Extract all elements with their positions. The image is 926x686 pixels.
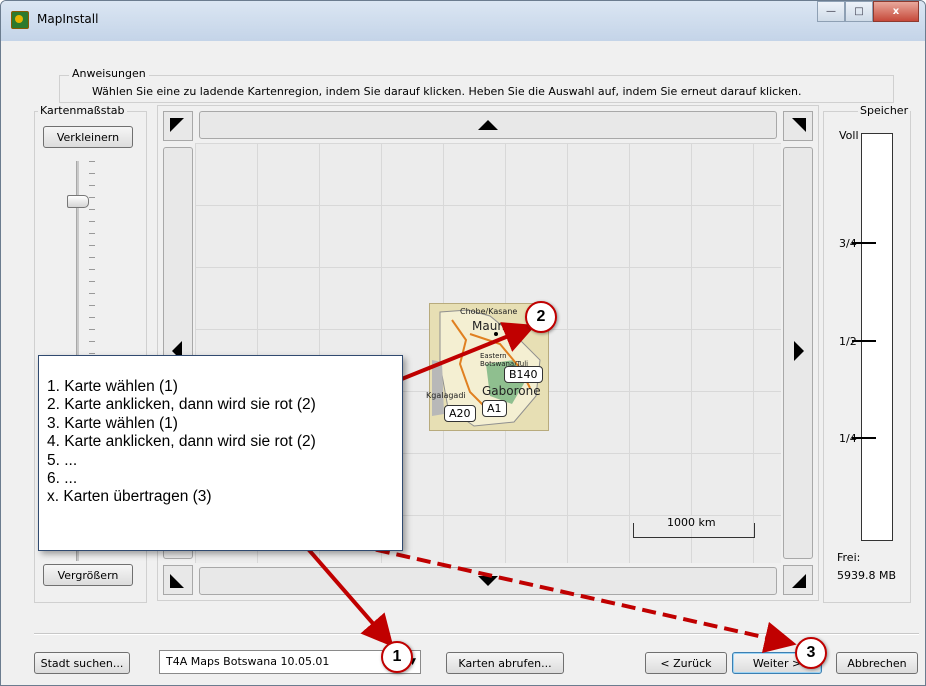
memory-tick-1-2 (852, 340, 876, 342)
memory-full-label: Voll (839, 129, 859, 142)
callout-line: 5. ... (47, 451, 78, 469)
pan-southeast-button[interactable] (783, 565, 813, 595)
fetch-maps-button[interactable]: Karten abrufen... (446, 652, 564, 674)
title-bar[interactable]: MapInstall — □ x (1, 1, 925, 41)
instruction-callout: 1. Karte wählen (1) 2. Karte anklicken, … (38, 355, 403, 551)
callout-line: 4. Karte anklicken, dann wird sie rot (2… (47, 433, 316, 451)
callout-line: 6. ... (47, 470, 78, 488)
marker-2: 2 (525, 301, 557, 333)
memory-free-value: 5939.8 MB (837, 569, 897, 582)
label-maun: Maun (472, 319, 505, 333)
bottom-separator (34, 633, 919, 635)
pan-northeast-button[interactable] (783, 111, 813, 141)
road-a20: A20 (444, 405, 476, 422)
cancel-button[interactable]: Abbrechen (836, 652, 918, 674)
pan-east-button[interactable] (783, 147, 813, 559)
instructions-text: Wählen Sie eine zu ladende Kartenregion,… (92, 85, 802, 98)
road-b140: B140 (504, 366, 543, 383)
minimize-button[interactable]: — (817, 1, 845, 22)
label-kgalagadi: Kgalagadi (426, 391, 466, 400)
pan-southwest-button[interactable] (163, 565, 193, 595)
pan-south-button[interactable] (199, 567, 777, 595)
road-a1: A1 (482, 400, 507, 417)
callout-line: 2. Karte anklicken, dann wird sie rot (2… (47, 396, 316, 414)
window-title: MapInstall (37, 12, 99, 26)
memory-gauge (861, 133, 893, 541)
label-gaborone: Gaborone (482, 384, 541, 398)
maximize-button[interactable]: □ (845, 1, 873, 22)
scale-bar-label: 1000 km (665, 516, 718, 529)
back-button[interactable]: < Zurück (645, 652, 727, 674)
mapinstall-window: MapInstall — □ x Anweisungen Wählen Sie … (0, 0, 926, 686)
zoom-out-button[interactable]: Verkleinern (43, 126, 133, 148)
marker-1: 1 (381, 641, 413, 673)
find-city-button[interactable]: Stadt suchen... (34, 652, 130, 674)
memory-tick-3-4 (852, 242, 876, 244)
label-chobe: Chobe/Kasane (460, 307, 518, 316)
scale-label: Kartenmaßstab (38, 104, 127, 117)
zoom-in-button[interactable]: Vergrößern (43, 564, 133, 586)
zoom-slider-thumb[interactable] (67, 195, 89, 208)
pan-northwest-button[interactable] (163, 111, 193, 141)
callout-line: 3. Karte wählen (1) (47, 414, 178, 432)
instructions-label: Anweisungen (69, 67, 149, 80)
memory-label: Speicher (858, 104, 911, 117)
pan-north-button[interactable] (199, 111, 777, 139)
marker-3: 3 (795, 637, 827, 669)
callout-line: x. Karten übertragen (3) (47, 488, 212, 506)
callout-line: 1. Karte wählen (1) (47, 378, 178, 395)
app-icon (11, 11, 29, 29)
close-button[interactable]: x (873, 1, 919, 22)
memory-tick-1-4 (852, 437, 876, 439)
map-product-value: T4A Maps Botswana 10.05.01 (166, 655, 330, 668)
memory-free-label: Frei: (837, 551, 861, 564)
